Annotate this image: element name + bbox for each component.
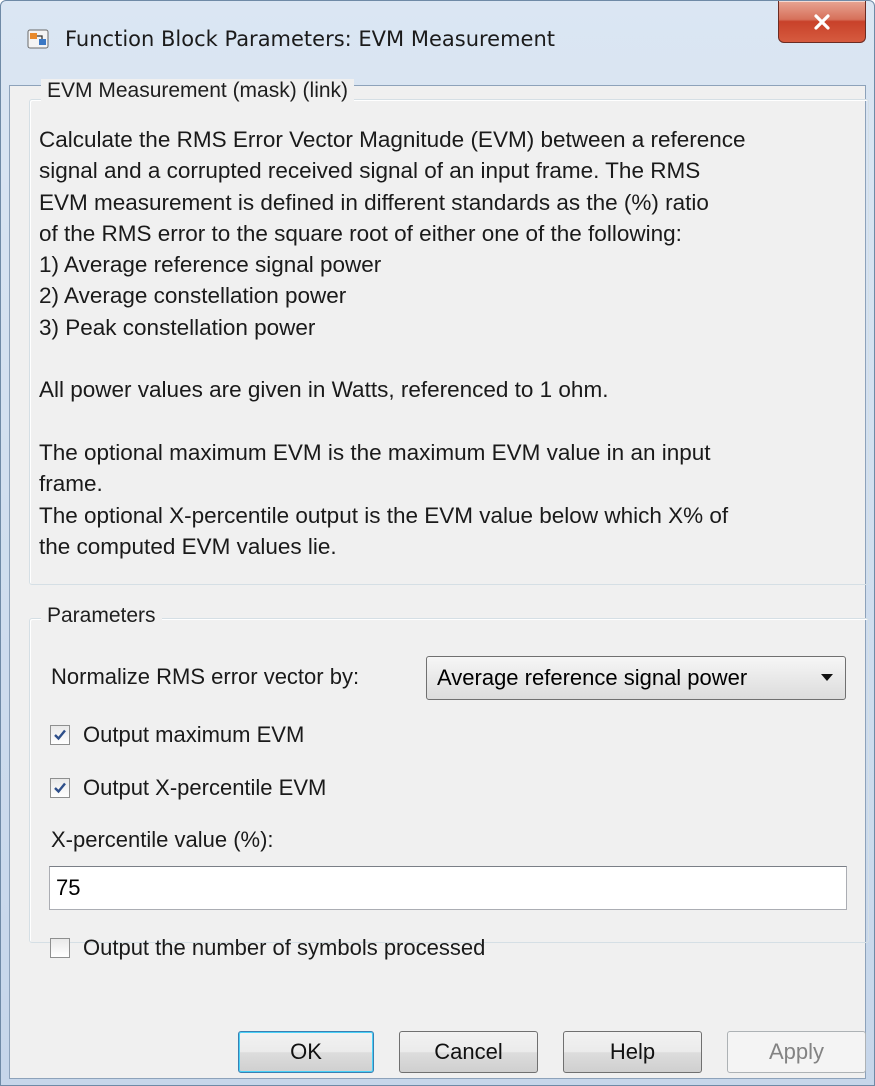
checkmark-icon [54, 729, 66, 741]
description-line: of the RMS error to the square root of e… [39, 220, 682, 246]
ok-button[interactable]: OK [238, 1031, 374, 1073]
description-line: EVM measurement is defined in different … [39, 189, 709, 215]
title-bar[interactable]: Function Block Parameters: EVM Measureme… [1, 1, 874, 85]
output-max-evm-checkbox[interactable] [50, 725, 70, 745]
cancel-button[interactable]: Cancel [399, 1031, 538, 1073]
dialog-window: Function Block Parameters: EVM Measureme… [0, 0, 875, 1086]
description-line: All power values are given in Watts, ref… [39, 377, 609, 403]
description-line: signal and a corrupted received signal o… [39, 158, 701, 184]
output-num-symbols-label[interactable]: Output the number of symbols processed [83, 935, 485, 961]
help-button[interactable]: Help [563, 1031, 702, 1073]
simulink-block-icon [27, 29, 49, 49]
output-xpercentile-evm-checkbox[interactable] [50, 778, 70, 798]
description-line: 1) Average reference signal power [39, 252, 382, 278]
normalize-dropdown[interactable]: Average reference signal power [426, 656, 846, 700]
output-xpercentile-evm-label[interactable]: Output X-percentile EVM [83, 775, 326, 801]
description-line: The optional maximum EVM is the maximum … [39, 439, 711, 465]
description-text: Calculate the RMS Error Vector Magnitude… [39, 124, 849, 562]
description-line: 3) Peak constellation power [39, 314, 316, 340]
description-line: The optional X-percentile output is the … [39, 502, 729, 528]
close-icon [814, 13, 830, 30]
apply-button[interactable]: Apply [727, 1031, 866, 1073]
xpercentile-input[interactable]: 75 [49, 866, 847, 910]
normalize-label: Normalize RMS error vector by: [51, 664, 360, 689]
description-line: Calculate the RMS Error Vector Magnitude… [39, 127, 746, 152]
description-blank-line [39, 406, 849, 437]
window-title: Function Block Parameters: EVM Measureme… [65, 27, 556, 51]
checkmark-icon [54, 782, 66, 794]
description-line: the computed EVM values lie. [39, 533, 337, 559]
output-num-symbols-checkbox[interactable] [50, 938, 70, 958]
chevron-down-icon [821, 674, 833, 681]
description-line: 2) Average constellation power [39, 283, 347, 309]
normalize-value: Average reference signal power [437, 665, 748, 690]
parameters-legend: Parameters [41, 604, 162, 628]
description-legend: EVM Measurement (mask) (link) [41, 79, 355, 103]
output-max-evm-label[interactable]: Output maximum EVM [83, 722, 304, 748]
description-line: frame. [39, 471, 103, 497]
description-blank-line [39, 343, 849, 374]
xpercentile-label: X-percentile value (%): [51, 827, 274, 852]
close-button[interactable] [778, 1, 866, 43]
